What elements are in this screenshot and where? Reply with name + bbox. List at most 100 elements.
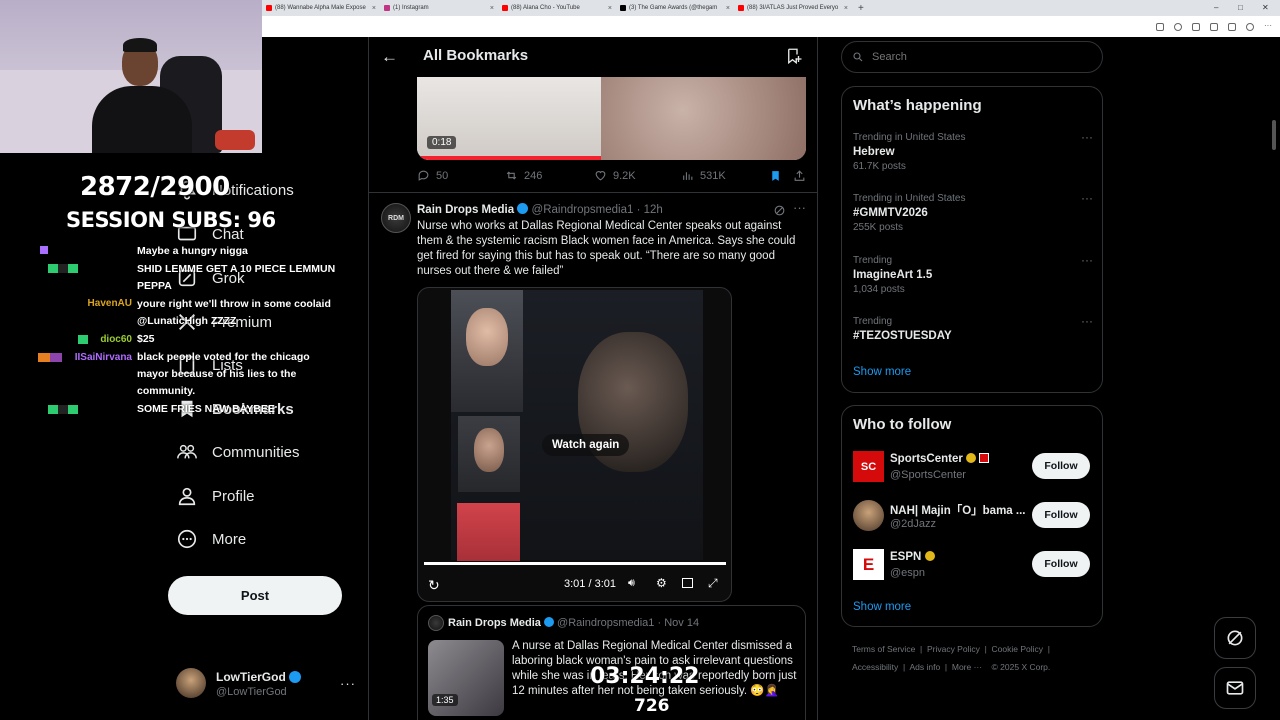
video-frame-right (601, 77, 806, 160)
trend-name: #TEZOSTUESDAY (853, 330, 952, 342)
trend-item[interactable]: Trending #TEZOSTUESDAY ··· (853, 314, 1093, 342)
footer-link[interactable]: More ··· (952, 662, 982, 672)
nav-profile[interactable]: Profile (176, 485, 255, 507)
stream-timer: 03:24:22 (590, 664, 700, 689)
trend-item[interactable]: Trending in United States Hebrew 61.7K p… (853, 130, 1093, 172)
footer-links-row-1: Terms of Service | Privacy Policy | Cook… (852, 644, 1050, 654)
messages-floating-button[interactable] (1214, 667, 1256, 709)
views-button[interactable]: 531K (681, 169, 726, 182)
footer-link[interactable]: Terms of Service (852, 644, 915, 654)
profile-icon[interactable] (1246, 22, 1254, 31)
account-avatar[interactable] (176, 668, 206, 698)
zoom-icon[interactable] (1174, 22, 1182, 31)
favorite-icon[interactable] (1192, 22, 1200, 31)
session-subs-counter: SESSION SUBS: 96 (66, 208, 276, 232)
search-input[interactable] (872, 51, 1072, 63)
search-box[interactable] (841, 41, 1103, 73)
footer-link[interactable]: Privacy Policy (927, 644, 980, 654)
footer-link[interactable]: Ads info (909, 662, 940, 672)
browser-tab[interactable]: (3) The Game Awards (@thegam × (616, 0, 734, 16)
grok-floating-button[interactable] (1214, 617, 1256, 659)
suggestion-name: SportsCenter (890, 453, 990, 465)
desk-item (215, 130, 255, 150)
account-menu-icon[interactable]: ··· (340, 676, 356, 691)
tweet-divider (369, 192, 817, 193)
views-icon (683, 172, 693, 180)
quoted-author-avatar (428, 615, 444, 631)
trend-more-icon[interactable]: ··· (1081, 191, 1093, 205)
minimize-icon[interactable]: – (1214, 3, 1218, 12)
close-tab-icon[interactable]: × (372, 5, 376, 12)
reply-count: 50 (436, 169, 449, 182)
video-progress[interactable] (424, 562, 726, 565)
video-progress[interactable] (417, 156, 601, 160)
follow-button[interactable]: Follow (1032, 502, 1090, 528)
nav-more[interactable]: More (176, 528, 246, 550)
trend-context: Trending in United States (853, 193, 966, 204)
back-arrow-icon[interactable]: ← (381, 47, 398, 67)
settings-gear-icon[interactable]: ⚙︎ (656, 576, 667, 590)
quoted-video-thumbnail[interactable]: 1:35 (428, 640, 504, 716)
add-folder-icon[interactable] (785, 47, 803, 65)
quoted-tweet[interactable]: Rain Drops Media @Raindropsmedia1 · Nov … (417, 605, 806, 720)
browser-tab[interactable]: (88) Alana Cho - YouTube × (498, 0, 616, 16)
tweet-video[interactable]: Watch again ↻ 3:01 / 3:01 🔊︎ ⚙︎ ⤢ (417, 287, 732, 602)
youtube-icon (266, 5, 272, 11)
settings-icon[interactable]: ··· (1264, 21, 1272, 31)
more-options-icon[interactable]: ··· (793, 200, 806, 215)
close-tab-icon[interactable]: × (490, 5, 494, 12)
scrollbar-track[interactable] (1271, 40, 1277, 720)
trend-item[interactable]: Trending in United States #GMMTV2026 255… (853, 191, 1093, 233)
tab-title: (3) The Game Awards (@thegam (629, 5, 718, 11)
youtube-icon (738, 5, 744, 11)
new-tab-icon[interactable]: + (852, 3, 864, 14)
fullscreen-icon[interactable]: ⤢ (708, 576, 718, 591)
show-more-link[interactable]: Show more (853, 601, 911, 613)
mail-icon (1226, 681, 1244, 695)
like-button[interactable]: 9.2K (594, 169, 636, 182)
tweet-video[interactable]: 0:18 (417, 77, 806, 160)
scrollbar-thumb[interactable] (1272, 120, 1276, 150)
browser-tab[interactable]: (1) Instagram × (380, 0, 498, 16)
follow-button[interactable]: Follow (1032, 551, 1090, 577)
bookmark-icon[interactable] (769, 169, 782, 183)
footer-link[interactable]: Accessibility (852, 662, 898, 672)
suggestion-name-text: SportsCenter (890, 453, 963, 465)
maximize-icon[interactable]: □ (1238, 3, 1243, 12)
footer-link[interactable]: Cookie Policy (992, 644, 1044, 654)
share-icon[interactable] (793, 169, 806, 183)
follow-button[interactable]: Follow (1032, 453, 1090, 479)
grok-icon[interactable] (773, 204, 786, 217)
trend-item[interactable]: Trending ImagineArt 1.5 1,034 posts ··· (853, 253, 1093, 295)
chat-username: dioc60 (100, 334, 132, 345)
reader-icon[interactable] (1156, 22, 1164, 31)
retweet-button[interactable]: 246 (505, 169, 542, 182)
author-avatar[interactable]: RDM (381, 203, 411, 233)
tweet-dot: · (636, 204, 641, 216)
trend-more-icon[interactable]: ··· (1081, 314, 1093, 328)
verified-badge-icon (289, 671, 302, 683)
extensions-icon[interactable] (1210, 22, 1218, 31)
browser-tab[interactable]: (88) Wannabe Alpha Male Expose × (262, 0, 380, 16)
close-tab-icon[interactable]: × (608, 5, 612, 12)
account-handle: @LowTierGod (216, 686, 287, 698)
volume-icon[interactable]: 🔊︎ (628, 577, 635, 590)
trend-more-icon[interactable]: ··· (1081, 130, 1093, 144)
copyright: © 2025 X Corp. (991, 662, 1051, 672)
watch-again-button[interactable]: Watch again (542, 434, 630, 456)
close-tab-icon[interactable]: × (844, 5, 848, 12)
browser-tab[interactable]: (88) 3I/ATLAS Just Proved Everyo × (734, 0, 852, 16)
suggestion-name-text: ESPN (890, 551, 922, 563)
account-name[interactable]: LowTierGod (216, 670, 302, 684)
reply-button[interactable]: 50 (417, 169, 448, 182)
collections-icon[interactable] (1228, 22, 1236, 31)
trend-more-icon[interactable]: ··· (1081, 253, 1093, 267)
pip-icon[interactable] (682, 578, 693, 588)
replay-icon[interactable]: ↻ (428, 577, 440, 594)
post-button[interactable]: Post (168, 576, 342, 615)
show-more-link[interactable]: Show more (853, 366, 911, 378)
close-tab-icon[interactable]: × (726, 5, 730, 12)
nav-communities[interactable]: Communities (176, 441, 300, 463)
close-window-icon[interactable]: ✕ (1262, 3, 1269, 12)
tweet-author[interactable]: Rain Drops Media @Raindropsmedia1 · 12h (417, 203, 663, 216)
